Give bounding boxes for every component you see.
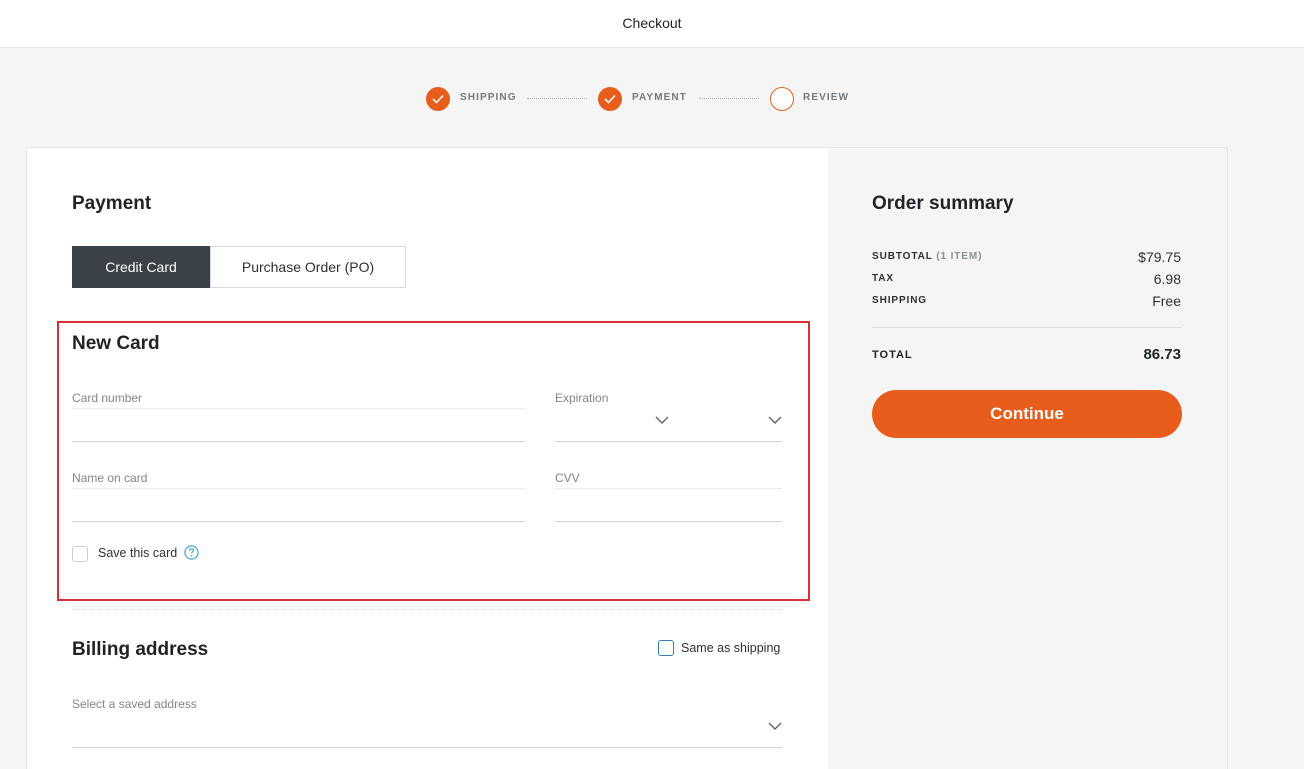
name-on-card-input[interactable] bbox=[72, 488, 525, 522]
shipping-label: SHIPPING bbox=[872, 295, 927, 306]
order-summary-panel bbox=[828, 148, 1227, 769]
card-number-input[interactable] bbox=[72, 408, 525, 442]
step-connector bbox=[527, 98, 587, 99]
credit-card-tab[interactable]: Credit Card bbox=[72, 246, 210, 288]
tax-label: TAX bbox=[872, 273, 894, 284]
chevron-down-icon[interactable] bbox=[768, 416, 782, 425]
save-card-checkbox[interactable] bbox=[72, 546, 88, 562]
expiration-label: Expiration bbox=[555, 391, 609, 405]
tax-value: 6.98 bbox=[1153, 271, 1181, 287]
new-card-heading: New Card bbox=[72, 333, 160, 354]
card-number-label: Card number bbox=[72, 391, 143, 405]
step-review-pending-icon bbox=[770, 87, 794, 111]
checkmark-icon bbox=[604, 94, 616, 104]
subtotal-label: SUBTOTAL (1 ITEM) bbox=[872, 251, 982, 262]
continue-button[interactable]: Continue bbox=[872, 390, 1182, 438]
purchase-order-tab[interactable]: Purchase Order (PO) bbox=[210, 246, 406, 288]
expiration-month-select[interactable] bbox=[555, 408, 668, 442]
checkout-stepper: SHIPPING PAYMENT REVIEW bbox=[0, 0, 1304, 120]
help-icon[interactable] bbox=[184, 545, 199, 560]
shipping-value: Free bbox=[1152, 293, 1181, 309]
summary-divider bbox=[872, 327, 1182, 328]
step-label-shipping: SHIPPING bbox=[460, 92, 517, 103]
step-connector bbox=[699, 98, 759, 99]
saved-address-label: Select a saved address bbox=[72, 697, 197, 711]
chevron-down-icon[interactable] bbox=[655, 416, 669, 425]
same-as-shipping-label: Same as shipping bbox=[681, 641, 781, 655]
step-shipping-complete-icon bbox=[426, 87, 450, 111]
chevron-down-icon[interactable] bbox=[768, 722, 782, 731]
subtotal-label-text: SUBTOTAL bbox=[872, 251, 933, 262]
step-label-review: REVIEW bbox=[803, 92, 850, 103]
same-as-shipping-checkbox[interactable] bbox=[658, 640, 674, 656]
name-on-card-label: Name on card bbox=[72, 471, 148, 485]
step-label-payment: PAYMENT bbox=[632, 92, 687, 103]
cvv-label: CVV bbox=[555, 471, 580, 485]
section-divider bbox=[72, 609, 782, 610]
save-card-label: Save this card bbox=[98, 546, 178, 560]
subtotal-value: $79.75 bbox=[1138, 249, 1181, 265]
total-value: 86.73 bbox=[1143, 346, 1181, 363]
billing-address-heading: Billing address bbox=[72, 639, 209, 660]
step-payment-complete-icon bbox=[598, 87, 622, 111]
saved-address-select[interactable] bbox=[72, 714, 782, 748]
order-summary-heading: Order summary bbox=[872, 193, 1014, 214]
expiration-year-select[interactable] bbox=[668, 408, 782, 442]
subtotal-item-count: (1 ITEM) bbox=[936, 251, 983, 262]
total-label: TOTAL bbox=[872, 349, 913, 361]
cvv-input[interactable] bbox=[555, 488, 782, 522]
checkmark-icon bbox=[432, 94, 444, 104]
payment-heading: Payment bbox=[72, 193, 152, 214]
